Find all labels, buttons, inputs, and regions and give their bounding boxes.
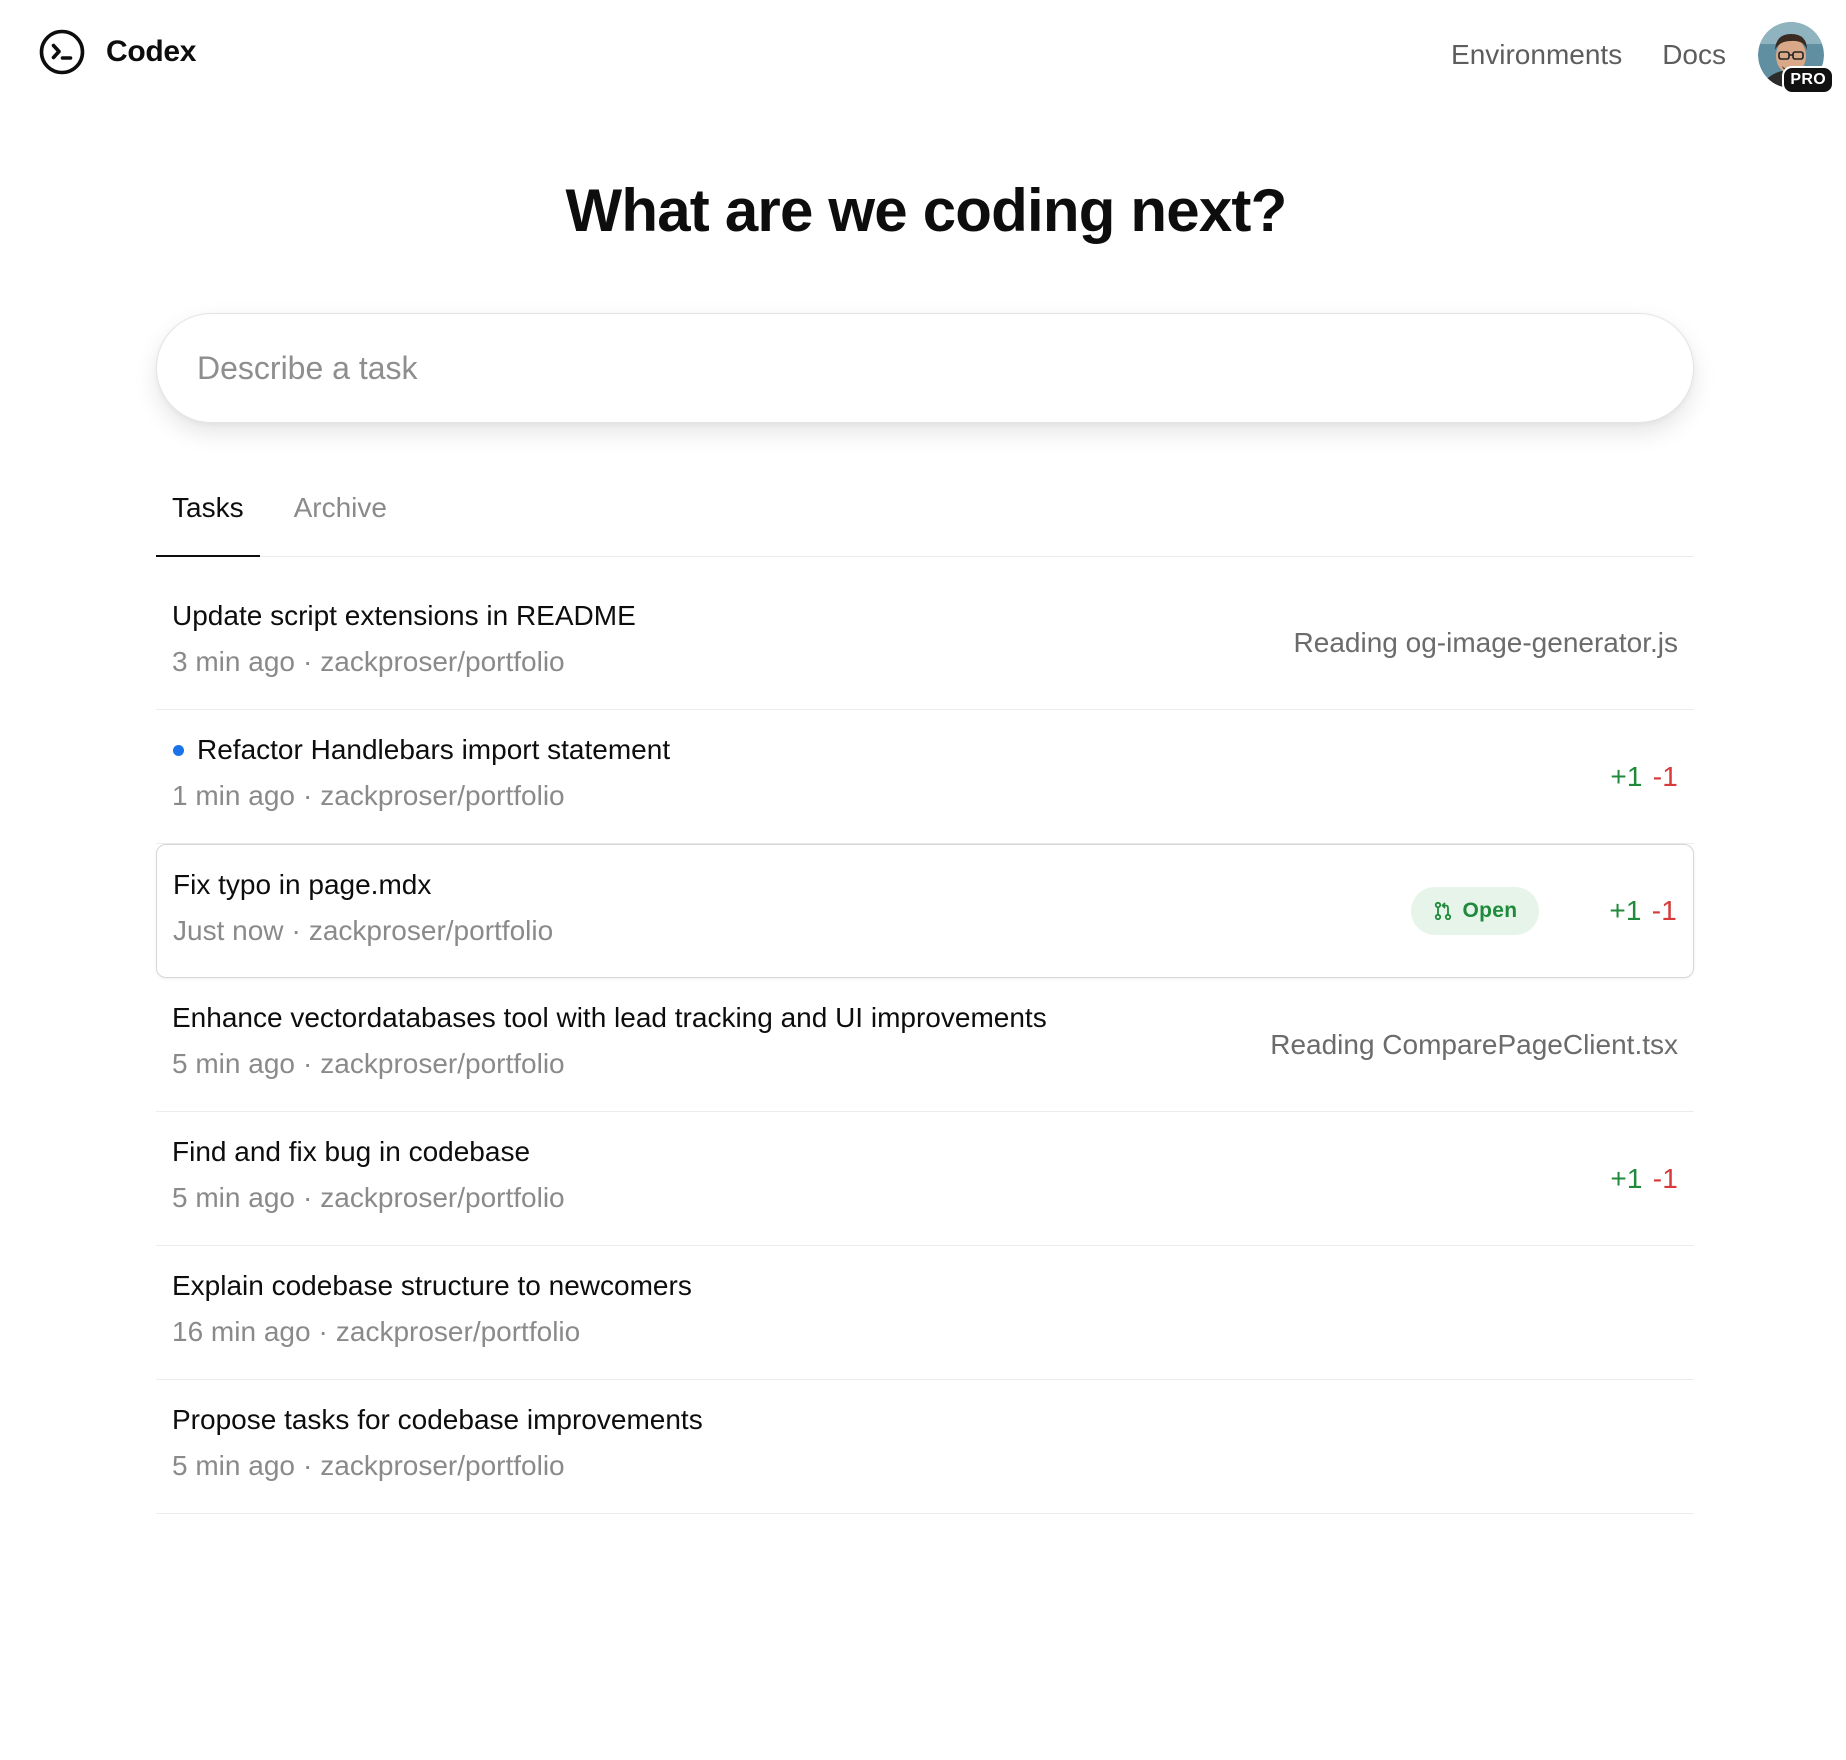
task-row[interactable]: Propose tasks for codebase improvements … [156,1380,1694,1514]
task-time: 16 min ago [172,1316,311,1347]
nav-environments-link[interactable]: Environments [1451,39,1622,71]
pr-status-label: Open [1462,899,1518,922]
top-nav: Environments Docs PRO [1451,22,1846,94]
tab-tasks[interactable]: Tasks [156,470,260,557]
task-row[interactable]: Explain codebase structure to newcomers … [156,1246,1694,1380]
task-time: Just now [173,915,284,946]
task-repo: zackproser/portfolio [320,1450,565,1481]
task-tabs: Tasks Archive [156,470,1694,557]
diff-stats: +1 -1 [1610,761,1678,793]
task-status: Reading ComparePageClient.tsx [1270,1028,1678,1060]
task-meta: 3 min ago · zackproser/portfolio [172,646,565,678]
codex-logo[interactable]: Codex [38,28,196,76]
task-row[interactable]: Find and fix bug in codebase 5 min ago · z… [156,1112,1694,1246]
meta-separator: · [302,1048,313,1079]
task-row[interactable]: Update script extensions in README 3 min… [156,576,1694,710]
task-repo: zackproser/portfolio [308,915,554,946]
task-row[interactable]: Enhance vectordatabases tool with lead t… [156,978,1694,1112]
task-meta: Just now · zackproser/portfolio [173,915,553,947]
diff-stats: +1 -1 [1610,1163,1678,1195]
task-row[interactable]: Refactor Handlebars import statement 1 m… [156,710,1694,844]
git-pull-request-icon [1434,901,1451,921]
task-title: Fix typo in page.mdx [173,869,431,901]
task-title: Update script extensions in README [172,600,636,632]
task-list: Update script extensions in README 3 min… [156,576,1694,1514]
task-right: Reading ComparePageClient.tsx [1270,978,1678,1111]
tab-archive[interactable]: Archive [278,470,403,556]
task-status: Reading og-image-generator.js [1293,626,1678,658]
task-repo: zackproser/portfolio [320,1182,565,1213]
task-repo: zackproser/portfolio [335,1316,581,1347]
task-right: Open +1 -1 [1410,845,1678,977]
unread-dot-icon [173,744,184,756]
task-meta: 5 min ago · zackproser/portfolio [172,1048,565,1080]
diff-stats: +1 -1 [1609,895,1677,927]
task-title-text: Update script extensions in README [172,600,636,631]
task-composer [156,313,1694,423]
diff-additions: +1 [1610,760,1643,792]
task-title: Refactor Handlebars import statement [172,734,670,766]
task-title-text: Fix typo in page.mdx [173,869,432,900]
task-title-text: Enhance vectordatabases tool with lead t… [172,1002,1047,1033]
task-title: Find and fix bug in codebase [172,1136,530,1168]
meta-separator: · [302,780,313,811]
pr-open-badge[interactable]: Open [1410,887,1540,935]
diff-additions: +1 [1610,1162,1643,1194]
task-meta: 5 min ago · zackproser/portfolio [172,1450,565,1482]
task-right: +1 -1 [1610,1112,1678,1245]
task-title-text: Explain codebase structure to newcomers [172,1270,692,1301]
task-repo: zackproser/portfolio [320,780,565,811]
task-title: Enhance vectordatabases tool with lead t… [172,1002,1047,1034]
task-repo: zackproser/portfolio [320,646,565,677]
task-repo: zackproser/portfolio [320,1048,565,1079]
task-time: 5 min ago [172,1048,295,1079]
task-time: 1 min ago [172,780,295,811]
diff-deletions: -1 [1652,1162,1678,1194]
diff-additions: +1 [1609,895,1642,926]
user-avatar-button[interactable]: PRO [1758,22,1834,94]
task-title: Explain codebase structure to newcomers [172,1270,692,1302]
task-time: 5 min ago [172,1182,295,1213]
task-meta: 1 min ago · zackproser/portfolio [172,780,565,812]
task-title-text: Propose tasks for codebase improvements [172,1404,703,1435]
nav-docs-link[interactable]: Docs [1662,39,1726,71]
task-time: 3 min ago [172,646,295,677]
task-right: +1 -1 [1610,710,1678,843]
task-title-text: Refactor Handlebars import statement [197,734,671,765]
page-title: What are we coding next? [565,177,1288,244]
task-time: 5 min ago [172,1450,295,1481]
meta-separator: · [302,1182,313,1213]
task-meta: 16 min ago · zackproser/portfolio [172,1316,580,1348]
describe-task-input[interactable] [157,314,1693,422]
meta-separator: · [291,915,301,946]
plan-badge: PRO [1782,66,1834,94]
diff-deletions: -1 [1652,760,1678,792]
task-title: Propose tasks for codebase improvements [172,1404,703,1436]
task-row-selected[interactable]: Fix typo in page.mdx Just now · zackproser… [156,844,1694,978]
task-meta: 5 min ago · zackproser/portfolio [172,1182,565,1214]
meta-separator: · [302,1450,313,1481]
meta-separator: · [302,646,313,677]
task-right: Reading og-image-generator.js [1294,576,1678,709]
task-title-text: Find and fix bug in codebase [172,1136,531,1167]
diff-deletions: -1 [1651,895,1677,926]
meta-separator: · [318,1316,328,1347]
top-bar: Codex Environments Docs PRO [0,0,1846,110]
codex-terminal-icon [39,29,85,75]
app-name: Codex [106,35,197,68]
